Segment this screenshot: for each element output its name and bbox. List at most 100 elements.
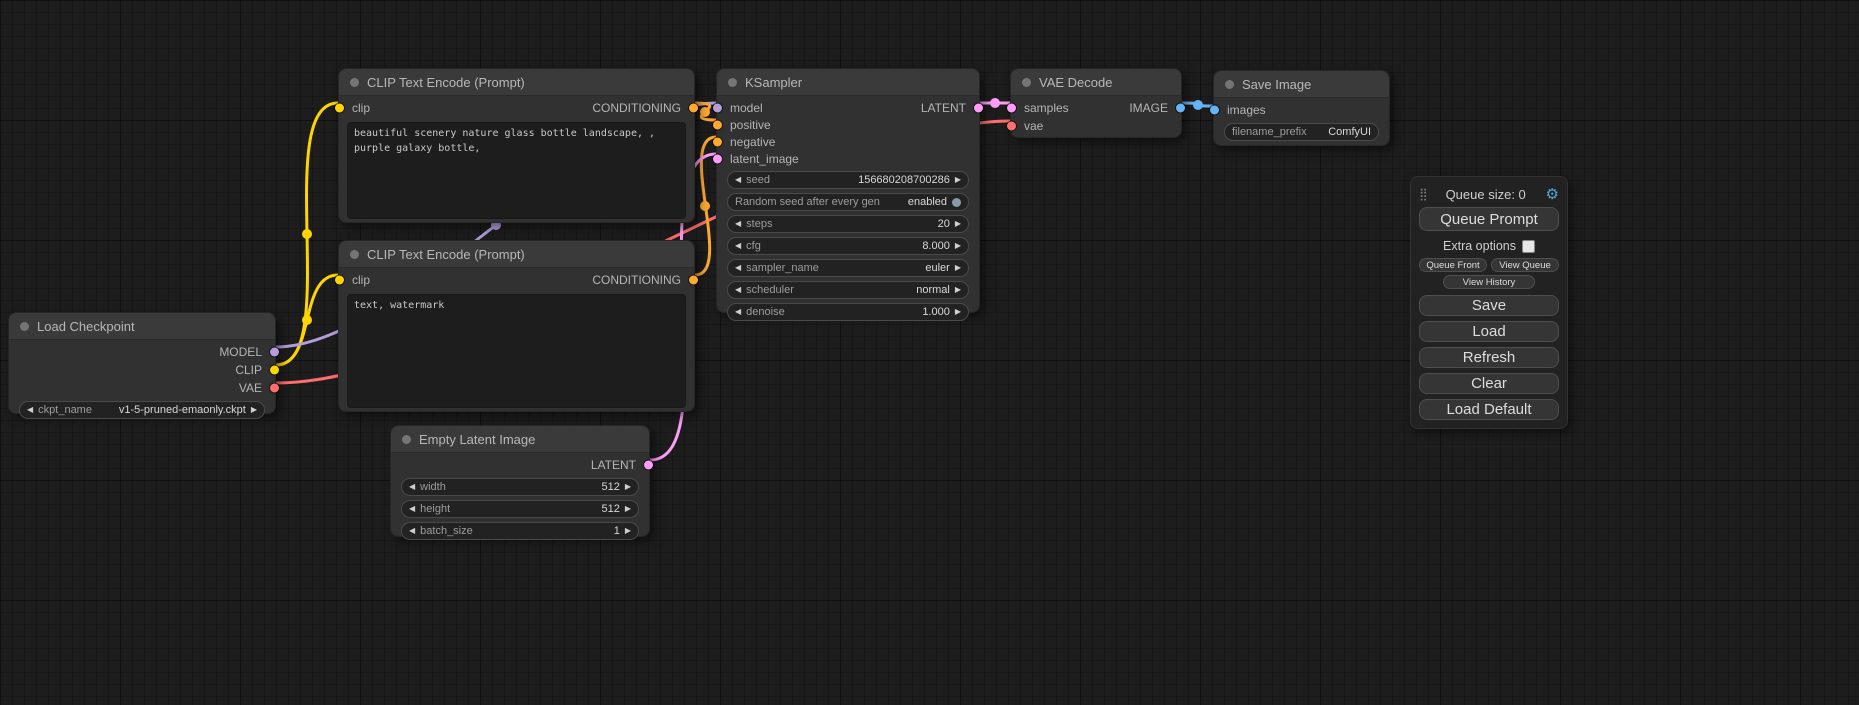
- node-title: KSampler: [745, 75, 802, 90]
- input-port-clip[interactable]: [335, 276, 344, 285]
- toggle-dot[interactable]: [952, 198, 961, 207]
- decrement-arrow-icon[interactable]: ◀: [735, 286, 741, 294]
- save-button[interactable]: Save: [1419, 295, 1559, 316]
- load-default-button[interactable]: Load Default: [1419, 399, 1559, 420]
- widget-seed[interactable]: ◀ seed 156680208700286 ▶: [727, 171, 969, 189]
- increment-arrow-icon[interactable]: ▶: [955, 308, 961, 316]
- input-port-positive[interactable]: [713, 120, 722, 129]
- widget-label: batch_size: [420, 525, 473, 537]
- widget-cfg[interactable]: ◀ cfg 8.000 ▶: [727, 237, 969, 255]
- increment-arrow-icon[interactable]: ▶: [625, 505, 631, 513]
- widget-batch-size[interactable]: ◀ batch_size 1 ▶: [401, 522, 639, 540]
- refresh-button[interactable]: Refresh: [1419, 347, 1559, 368]
- increment-arrow-icon[interactable]: ▶: [625, 483, 631, 491]
- increment-arrow-icon[interactable]: ▶: [955, 220, 961, 228]
- output-port-latent[interactable]: [974, 103, 983, 112]
- node-titlebar[interactable]: Empty Latent Image: [391, 426, 649, 453]
- collapse-dot[interactable]: [1022, 78, 1031, 87]
- link-image-to-saveimage: [1182, 103, 1213, 106]
- node-title: CLIP Text Encode (Prompt): [367, 247, 525, 262]
- node-titlebar[interactable]: Save Image: [1214, 71, 1389, 98]
- node-clip-text-encode-negative[interactable]: CLIP Text Encode (Prompt) clip CONDITION…: [338, 240, 695, 412]
- widget-denoise[interactable]: ◀ denoise 1.000 ▶: [727, 303, 969, 321]
- widget-ckpt-name[interactable]: ◀ ckpt_name v1-5-pruned-emaonly.ckpt ▶: [19, 401, 265, 419]
- output-port-conditioning[interactable]: [689, 276, 698, 285]
- widget-steps[interactable]: ◀ steps 20 ▶: [727, 215, 969, 233]
- collapse-dot[interactable]: [350, 78, 359, 87]
- node-empty-latent-image[interactable]: Empty Latent Image LATENT ◀ width 512 ▶ …: [390, 425, 650, 537]
- extra-options-checkbox[interactable]: [1522, 240, 1535, 253]
- input-port-clip[interactable]: [335, 104, 344, 113]
- output-label-conditioning: CONDITIONING: [592, 101, 681, 115]
- node-clip-text-encode-positive[interactable]: CLIP Text Encode (Prompt) clip CONDITION…: [338, 68, 695, 223]
- node-titlebar[interactable]: KSampler: [717, 69, 979, 96]
- increment-arrow-icon[interactable]: ▶: [251, 406, 257, 414]
- output-label-clip: CLIP: [235, 363, 262, 377]
- view-history-button[interactable]: View History: [1443, 275, 1535, 289]
- widget-label: ckpt_name: [38, 404, 92, 416]
- decrement-arrow-icon[interactable]: ◀: [735, 264, 741, 272]
- increment-arrow-icon[interactable]: ▶: [955, 286, 961, 294]
- widget-value: enabled: [908, 196, 947, 208]
- collapse-dot[interactable]: [350, 250, 359, 259]
- node-ksampler[interactable]: KSampler model LATENT positive negative …: [716, 68, 980, 313]
- output-port-vae[interactable]: [270, 384, 279, 393]
- clear-button[interactable]: Clear: [1419, 373, 1559, 394]
- decrement-arrow-icon[interactable]: ◀: [409, 483, 415, 491]
- input-port-latent-image[interactable]: [713, 154, 722, 163]
- decrement-arrow-icon[interactable]: ◀: [735, 176, 741, 184]
- drag-handle-icon[interactable]: ⣿: [1419, 187, 1426, 201]
- queue-front-button[interactable]: Queue Front: [1419, 258, 1487, 272]
- widget-label: cfg: [746, 240, 761, 252]
- widget-width[interactable]: ◀ width 512 ▶: [401, 478, 639, 496]
- node-vae-decode[interactable]: VAE Decode samples IMAGE vae: [1010, 68, 1182, 138]
- collapse-dot[interactable]: [728, 78, 737, 87]
- node-titlebar[interactable]: CLIP Text Encode (Prompt): [339, 69, 694, 96]
- input-port-vae[interactable]: [1007, 122, 1016, 131]
- widget-scheduler[interactable]: ◀ scheduler normal ▶: [727, 281, 969, 299]
- decrement-arrow-icon[interactable]: ◀: [735, 220, 741, 228]
- node-save-image[interactable]: Save Image images filename_prefix ComfyU…: [1213, 70, 1390, 146]
- collapse-dot[interactable]: [1225, 80, 1234, 89]
- output-port-conditioning[interactable]: [689, 104, 698, 113]
- queue-size-label: Queue size: 0: [1426, 187, 1546, 202]
- collapse-dot[interactable]: [20, 322, 29, 331]
- node-canvas[interactable]: Load Checkpoint MODEL CLIP VAE ◀ ckpt_na…: [0, 0, 1859, 705]
- node-titlebar[interactable]: VAE Decode: [1011, 69, 1181, 96]
- widget-label: seed: [746, 174, 770, 186]
- queue-prompt-button[interactable]: Queue Prompt: [1419, 207, 1559, 231]
- output-port-clip[interactable]: [270, 366, 279, 375]
- widget-sampler-name[interactable]: ◀ sampler_name euler ▶: [727, 259, 969, 277]
- output-port-image[interactable]: [1176, 104, 1185, 113]
- settings-gear-icon[interactable]: ⚙: [1546, 187, 1559, 202]
- node-load-checkpoint[interactable]: Load Checkpoint MODEL CLIP VAE ◀ ckpt_na…: [8, 312, 276, 414]
- increment-arrow-icon[interactable]: ▶: [955, 242, 961, 250]
- decrement-arrow-icon[interactable]: ◀: [735, 308, 741, 316]
- decrement-arrow-icon[interactable]: ◀: [409, 527, 415, 535]
- decrement-arrow-icon[interactable]: ◀: [735, 242, 741, 250]
- positive-prompt-input[interactable]: beautiful scenery nature glass bottle la…: [347, 122, 686, 219]
- link-clip-to-positive-encoder: [276, 103, 338, 365]
- decrement-arrow-icon[interactable]: ◀: [409, 505, 415, 513]
- widget-filename-prefix[interactable]: filename_prefix ComfyUI: [1224, 123, 1379, 141]
- output-port-model[interactable]: [270, 348, 279, 357]
- view-queue-button[interactable]: View Queue: [1491, 258, 1559, 272]
- widget-label: scheduler: [746, 284, 794, 296]
- node-title: Load Checkpoint: [37, 319, 135, 334]
- increment-arrow-icon[interactable]: ▶: [955, 264, 961, 272]
- widget-height[interactable]: ◀ height 512 ▶: [401, 500, 639, 518]
- input-port-samples[interactable]: [1007, 104, 1016, 113]
- output-port-latent[interactable]: [644, 461, 653, 470]
- input-port-negative[interactable]: [713, 137, 722, 146]
- widget-random-seed-toggle[interactable]: Random seed after every gen enabled: [727, 193, 969, 211]
- load-button[interactable]: Load: [1419, 321, 1559, 342]
- increment-arrow-icon[interactable]: ▶: [625, 527, 631, 535]
- decrement-arrow-icon[interactable]: ◀: [27, 406, 33, 414]
- increment-arrow-icon[interactable]: ▶: [955, 176, 961, 184]
- negative-prompt-input[interactable]: text, watermark: [347, 294, 686, 408]
- input-port-images[interactable]: [1210, 106, 1219, 115]
- collapse-dot[interactable]: [402, 435, 411, 444]
- node-titlebar[interactable]: CLIP Text Encode (Prompt): [339, 241, 694, 268]
- input-port-model[interactable]: [713, 103, 722, 112]
- node-titlebar[interactable]: Load Checkpoint: [9, 313, 275, 340]
